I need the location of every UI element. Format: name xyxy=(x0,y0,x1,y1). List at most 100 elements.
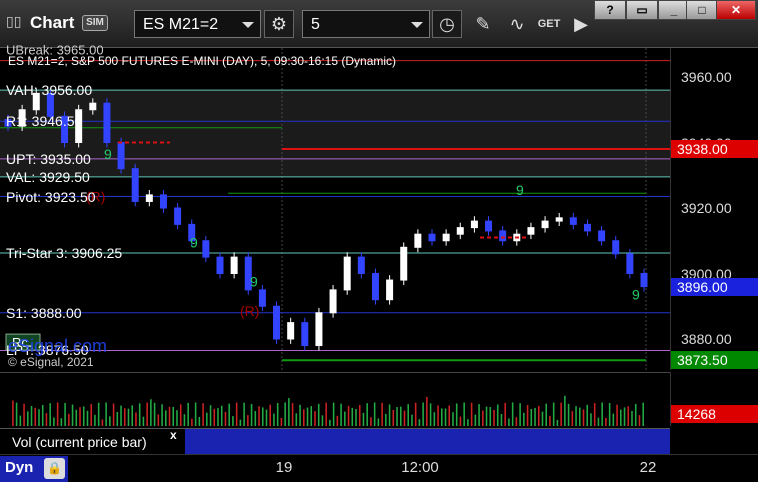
volume-bar xyxy=(232,416,234,426)
volume-bar xyxy=(414,402,417,426)
volume-bar xyxy=(482,410,484,426)
price-axis[interactable]: 3960.003940.003920.003900.003880.003938.… xyxy=(670,48,758,370)
volume-bar xyxy=(586,404,589,426)
volume-bar xyxy=(86,410,89,426)
close-icon[interactable]: ✕ xyxy=(716,0,756,20)
volume-bar xyxy=(496,404,499,426)
price-plot[interactable]: (R)(R)99999Rc xyxy=(0,48,670,370)
candle-body xyxy=(216,256,224,274)
volume-bar xyxy=(478,404,480,426)
candle-body xyxy=(569,217,577,225)
volume-bar xyxy=(187,402,189,426)
studies-icon[interactable]: ∿ xyxy=(504,10,530,38)
volume-bar xyxy=(616,404,618,426)
level-label: Pivot: 3923.50 xyxy=(6,188,96,205)
level-label: VAH: 3956.00 xyxy=(6,82,93,99)
ubreak-label: UBreak: 3965.00 xyxy=(6,42,104,58)
volume-bar xyxy=(523,412,525,426)
level-label: VAL: 3929.50 xyxy=(6,168,90,185)
volume-bar xyxy=(45,413,48,426)
volume-bar xyxy=(504,402,506,426)
volume-bar xyxy=(422,402,424,426)
volume-bar xyxy=(493,409,495,426)
draw-pencil-icon[interactable]: ✎ xyxy=(470,10,496,38)
price-tick-label: 3920.00 xyxy=(681,200,732,216)
volume-pane[interactable] xyxy=(0,372,670,426)
candle-body xyxy=(414,233,422,248)
price-tag: 3938.00 xyxy=(671,140,758,159)
volume-bar xyxy=(344,411,346,426)
volume-bar xyxy=(206,412,208,426)
volume-bar xyxy=(571,411,574,426)
interval-dropdown-icon[interactable] xyxy=(411,22,423,28)
level-label: S1: 3888.00 xyxy=(6,304,82,321)
interval-select[interactable]: 5 xyxy=(302,10,430,38)
candle-body xyxy=(583,223,591,232)
volume-bar xyxy=(403,410,406,426)
symbol-dropdown-icon[interactable] xyxy=(242,22,254,28)
volume-bar xyxy=(370,417,372,426)
volume-bar xyxy=(385,413,387,426)
volume-bar xyxy=(142,416,145,426)
candle-body xyxy=(640,273,648,288)
candle-body xyxy=(598,230,606,242)
price-tick-label: 3880.00 xyxy=(681,331,732,347)
time-axis[interactable]: 19 12:00 22 xyxy=(0,454,758,482)
volume-bar xyxy=(116,412,119,426)
volume-bar xyxy=(511,402,514,426)
candle-body xyxy=(202,240,210,258)
volume-bar xyxy=(590,413,592,426)
volume-bar xyxy=(64,402,66,426)
volume-bar xyxy=(541,411,544,426)
volume-bar xyxy=(15,402,18,426)
interval-value: 5 xyxy=(311,16,320,33)
close-study-icon[interactable]: x xyxy=(170,428,177,442)
refresh-settings-button[interactable]: ⚙ xyxy=(264,10,294,38)
get-button[interactable]: GET xyxy=(536,10,562,38)
volume-bar xyxy=(150,399,152,426)
maximize-icon[interactable]: □ xyxy=(686,0,718,20)
volume-bar xyxy=(131,405,134,426)
volume-bar xyxy=(168,406,171,426)
candle-body xyxy=(131,168,139,202)
lock-icon[interactable]: 🔒 xyxy=(44,458,65,479)
volume-bar xyxy=(399,406,402,426)
volume-bar xyxy=(366,403,368,426)
restore-icon[interactable]: ▭ xyxy=(626,0,658,20)
volume-bar xyxy=(627,406,630,426)
volume-bar xyxy=(508,418,510,426)
volume-bar xyxy=(79,407,81,426)
volume-bar xyxy=(537,405,540,426)
help-icon[interactable]: ? xyxy=(594,0,626,20)
candle-body xyxy=(527,227,535,235)
volume-bar xyxy=(82,406,85,426)
volume-bar xyxy=(53,417,55,426)
candle-body xyxy=(315,312,323,347)
candle-body xyxy=(470,220,478,229)
volume-bar xyxy=(288,398,290,426)
volume-bar xyxy=(41,404,44,426)
volume-bar xyxy=(183,414,186,426)
volume-bar xyxy=(247,415,249,426)
volume-bar xyxy=(452,412,454,426)
volume-bar xyxy=(377,418,380,426)
symbol-input[interactable]: ES M21=2 xyxy=(134,10,261,38)
candle-body xyxy=(301,322,309,347)
volume-bar xyxy=(455,403,458,426)
dynamic-toggle[interactable]: Dyn 🔒 xyxy=(0,456,68,482)
drag-grip-icon[interactable]: ▯▯ xyxy=(6,14,21,30)
volume-bar xyxy=(146,402,148,426)
candle-body xyxy=(456,227,464,235)
time-template-button[interactable]: ◷ xyxy=(432,10,462,38)
candle-body xyxy=(612,240,620,255)
play-icon[interactable]: ▶ xyxy=(568,10,594,38)
volume-bar xyxy=(336,415,339,426)
td-count-marker: 9 xyxy=(516,182,524,198)
candle-body xyxy=(117,142,125,170)
volume-bar xyxy=(329,419,331,426)
volume-bar xyxy=(314,411,316,426)
candle-body xyxy=(103,102,111,143)
volume-bar xyxy=(470,402,473,426)
volume-bar xyxy=(575,406,577,426)
window-title: Chart xyxy=(30,13,75,32)
